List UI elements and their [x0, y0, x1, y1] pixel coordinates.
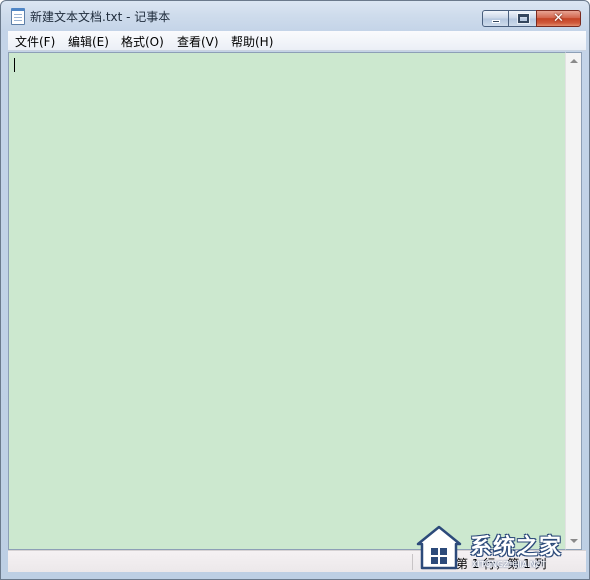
status-divider — [412, 554, 413, 570]
notepad-window: 新建文本文档.txt - 记事本 ✕ 文件(F) 编辑(E) 格式(O) 查看(… — [0, 0, 590, 580]
close-button[interactable]: ✕ — [536, 10, 581, 27]
caption-buttons: ✕ — [482, 10, 581, 28]
menu-file[interactable]: 文件(F) — [13, 33, 57, 50]
menu-format[interactable]: 格式(O) — [119, 33, 166, 50]
scroll-up-icon[interactable] — [570, 59, 578, 63]
status-bar: 第 1 行，第 1 列 — [8, 550, 586, 572]
maximize-icon — [517, 13, 530, 24]
window-title: 新建文本文档.txt - 记事本 — [30, 10, 171, 24]
text-editor[interactable] — [8, 52, 565, 550]
cursor-position: 第 1 行，第 1 列 — [456, 557, 547, 571]
title-bar[interactable]: 新建文本文档.txt - 记事本 ✕ — [1, 1, 589, 30]
notepad-icon[interactable] — [11, 8, 25, 25]
vertical-scrollbar[interactable] — [565, 52, 582, 550]
menu-help[interactable]: 帮助(H) — [229, 33, 275, 50]
minimize-button[interactable] — [482, 10, 509, 27]
menu-edit[interactable]: 编辑(E) — [66, 33, 111, 50]
minimize-icon — [492, 20, 500, 23]
text-caret — [14, 58, 15, 72]
close-icon: ✕ — [553, 11, 564, 26]
menu-bar: 文件(F) 编辑(E) 格式(O) 查看(V) 帮助(H) — [8, 31, 586, 51]
maximize-button[interactable] — [508, 10, 537, 27]
scroll-down-icon[interactable] — [570, 539, 578, 543]
menu-view[interactable]: 查看(V) — [175, 33, 221, 50]
